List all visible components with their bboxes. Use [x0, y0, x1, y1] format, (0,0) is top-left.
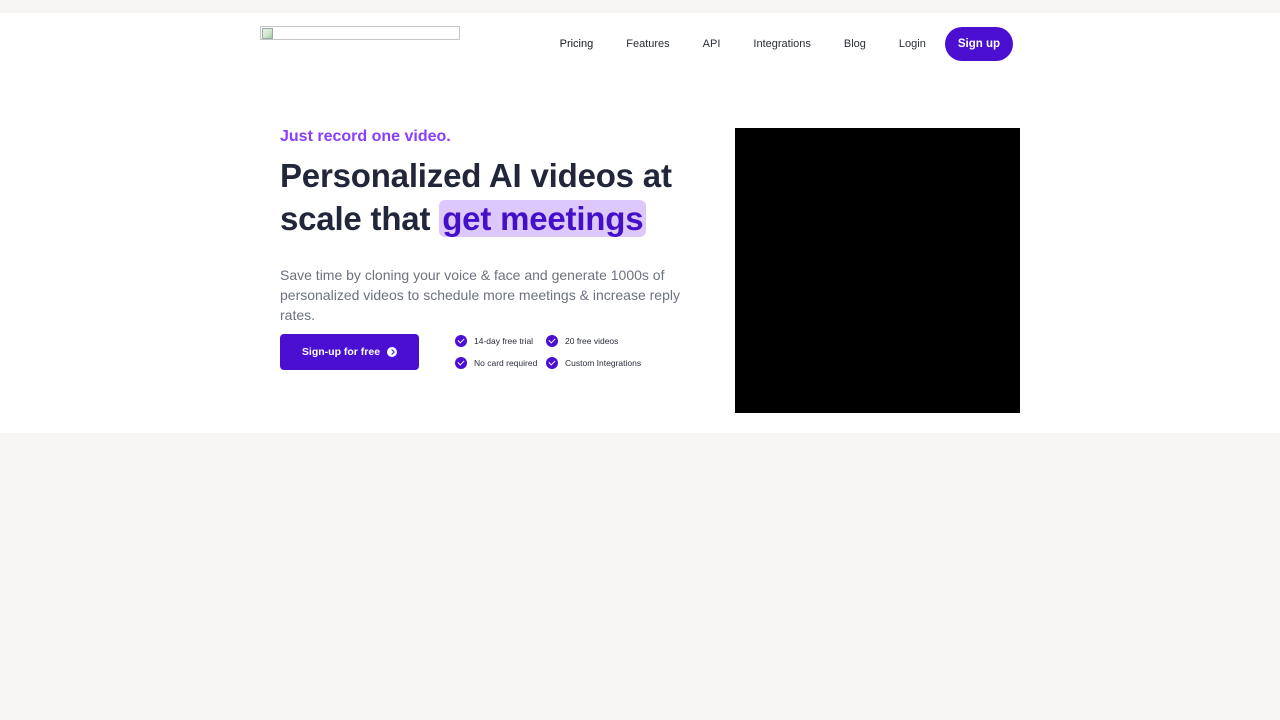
nav-api[interactable]: API [703, 27, 721, 61]
broken-image-icon [262, 28, 273, 39]
feature-label: No card required [474, 358, 538, 368]
nav-login[interactable]: Login [899, 27, 926, 61]
signup-free-label: Sign-up for free [301, 346, 381, 358]
hero-headline: Personalized AI videos at scale that get… [280, 154, 720, 240]
headline-highlight: get meetings [439, 200, 647, 237]
check-circle-icon [546, 357, 558, 369]
signup-button[interactable]: Sign up [944, 27, 1013, 61]
top-strip [0, 0, 1280, 13]
feature-label: Custom Integrations [565, 358, 642, 368]
hero-eyebrow: Just record one video. [280, 128, 451, 145]
feature-label: 20 free videos [565, 336, 619, 346]
hero-video[interactable] [735, 128, 1020, 413]
check-circle-icon [455, 357, 467, 369]
feature-item: 20 free videos [546, 335, 618, 347]
hero-text: Just record one video. Personalized AI v… [280, 128, 720, 325]
feature-item: 14-day free trial [455, 335, 533, 347]
arrow-right-circle-icon [387, 347, 398, 357]
feature-item: Custom Integrations [546, 357, 641, 369]
signup-free-button[interactable]: Sign-up for free [280, 334, 419, 370]
feature-label: 14-day free trial [474, 336, 534, 346]
cta-row: Sign-up for free [280, 334, 419, 370]
headline-line2-prefix: scale that [280, 200, 440, 237]
main-nav: Pricing Features API Integrations Blog L… [560, 27, 1013, 61]
hero-subtext: Save time by cloning your voice & face a… [280, 267, 680, 323]
feature-item: No card required [455, 357, 537, 369]
nav-pricing[interactable]: Pricing [560, 27, 594, 61]
nav-features[interactable]: Features [626, 27, 669, 61]
check-circle-icon [455, 335, 467, 347]
nav-integrations[interactable]: Integrations [753, 27, 810, 61]
nav-blog[interactable]: Blog [844, 27, 866, 61]
check-circle-icon [546, 335, 558, 347]
logo-image[interactable] [260, 26, 460, 40]
headline-line1: Personalized AI videos at [280, 157, 672, 194]
